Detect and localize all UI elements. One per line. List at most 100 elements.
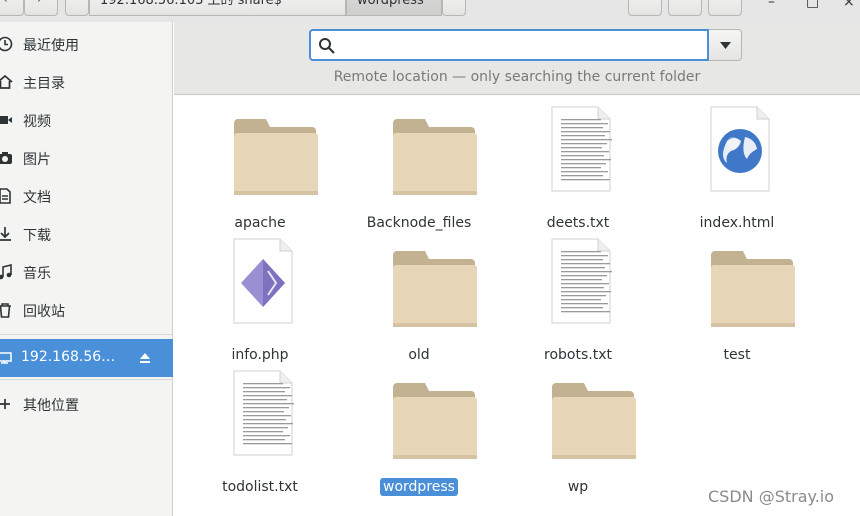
camera-icon [0, 152, 12, 164]
path-segment-share-label: 192.168.56.103 上的 share$ [100, 0, 282, 8]
search-input[interactable] [343, 35, 702, 57]
sidebar-item-network-share[interactable]: 192.168.56… [0, 339, 173, 377]
file-name: old [349, 347, 489, 363]
sidebar: 最近使用 主目录 视频 图片 文档 下载 音乐 回收站 192.168.56… … [0, 22, 173, 516]
path-scroll-left-button[interactable] [65, 0, 89, 16]
trash-icon [0, 303, 11, 318]
file-name-label: apache [234, 215, 286, 231]
sidebar-item-label: 视频 [23, 114, 51, 130]
sidebar-item-label: 下载 [23, 228, 51, 244]
sidebar-item-label: 回收站 [23, 304, 65, 320]
search-field[interactable] [309, 29, 709, 61]
header-bar: ‹ › 192.168.56.103 上的 share$ wordpress –… [0, 0, 860, 22]
file-name-label: todolist.txt [222, 479, 298, 495]
folder-icon [349, 369, 489, 465]
sidebar-item-label: 音乐 [23, 266, 51, 282]
file-item[interactable]: apache [190, 105, 330, 231]
text-file-icon [508, 105, 648, 201]
html-file-icon [667, 105, 807, 201]
search-options-dropdown[interactable] [709, 29, 742, 61]
file-item[interactable]: robots.txt [508, 237, 648, 363]
file-item[interactable]: old [349, 237, 489, 363]
view-toggle-button[interactable] [668, 0, 702, 16]
sidebar-item-documents[interactable]: 文档 [0, 177, 173, 215]
file-name-label: wp [567, 479, 589, 495]
download-icon [0, 227, 11, 241]
file-name-label: robots.txt [544, 347, 612, 363]
sidebar-divider [0, 334, 173, 335]
file-name-label: test [723, 347, 751, 363]
minimize-icon[interactable]: – [768, 0, 775, 10]
sidebar-divider [0, 379, 173, 380]
file-name: robots.txt [508, 347, 648, 363]
sidebar-item-recent[interactable]: 最近使用 [0, 25, 173, 63]
file-item[interactable]: wp [508, 369, 648, 495]
search-scope-note: Remote location — only searching the cur… [333, 69, 701, 85]
sidebar-item-pictures[interactable]: 图片 [0, 139, 173, 177]
folder-icon [349, 105, 489, 201]
sidebar-item-label: 最近使用 [23, 38, 79, 54]
plus-icon [0, 399, 10, 409]
maximize-icon[interactable]: □ [806, 0, 819, 10]
search-icon [319, 38, 335, 54]
file-name: deets.txt [508, 215, 648, 231]
path-segment-share[interactable]: 192.168.56.103 上的 share$ [89, 0, 346, 16]
text-file-icon [190, 369, 330, 465]
php-file-icon [190, 237, 330, 333]
sidebar-item-home[interactable]: 主目录 [0, 63, 173, 101]
sidebar-item-music[interactable]: 音乐 [0, 253, 173, 291]
file-name: info.php [190, 347, 330, 363]
file-item[interactable]: todolist.txt [190, 369, 330, 495]
back-button[interactable]: ‹ [0, 0, 24, 16]
file-name-label: info.php [231, 347, 289, 363]
file-name: wp [508, 479, 648, 495]
chevron-down-icon [720, 42, 731, 49]
forward-arrow-icon: › [37, 0, 42, 6]
file-item[interactable]: Backnode_files [349, 105, 489, 231]
sidebar-item-downloads[interactable]: 下载 [0, 215, 173, 253]
file-grid: apache Backnode_files deets.txt index.html i… [174, 95, 860, 516]
search-bar: Remote location — only searching the cur… [174, 22, 860, 95]
folder-icon [349, 237, 489, 333]
file-name-label: wordpress [380, 478, 458, 496]
sidebar-item-other-locations[interactable]: 其他位置 [0, 385, 173, 423]
sidebar-item-videos[interactable]: 视频 [0, 101, 173, 139]
music-icon [0, 264, 12, 280]
back-arrow-icon: ‹ [3, 0, 8, 6]
folder-icon [190, 105, 330, 201]
home-icon [0, 74, 13, 89]
file-name-label: index.html [699, 215, 775, 231]
folder-icon [508, 369, 648, 465]
file-name: Backnode_files [349, 215, 489, 231]
file-name: test [667, 347, 807, 363]
file-name-label: deets.txt [546, 215, 610, 231]
sidebar-item-label: 主目录 [23, 76, 65, 92]
file-item[interactable]: index.html [667, 105, 807, 231]
path-segment-current[interactable]: wordpress [346, 0, 442, 16]
video-icon [0, 116, 12, 124]
folder-icon [667, 237, 807, 333]
sidebar-item-label: 文档 [23, 190, 51, 206]
menu-button[interactable] [708, 0, 742, 16]
file-name-label: Backnode_files [366, 215, 472, 231]
file-name: todolist.txt [190, 479, 330, 495]
file-name-label: old [408, 347, 430, 363]
document-icon [0, 188, 11, 204]
file-item[interactable]: deets.txt [508, 105, 648, 231]
sidebar-item-label: 其他位置 [23, 398, 79, 414]
file-name: index.html [667, 215, 807, 231]
sidebar-item-trash[interactable]: 回收站 [0, 291, 173, 329]
close-icon[interactable]: × [843, 0, 855, 10]
file-item[interactable]: info.php [190, 237, 330, 363]
search-toggle-button[interactable] [628, 0, 662, 16]
file-item[interactable]: wordpress [349, 369, 489, 496]
file-item[interactable]: test [667, 237, 807, 363]
sidebar-item-label: 图片 [23, 152, 51, 168]
eject-icon[interactable] [138, 351, 152, 365]
file-name: wordpress [349, 478, 489, 496]
path-segment-current-label: wordpress [357, 0, 424, 8]
path-scroll-right-button[interactable] [442, 0, 466, 16]
forward-button[interactable]: › [24, 0, 58, 16]
file-name: apache [190, 215, 330, 231]
network-drive-icon [0, 352, 12, 364]
